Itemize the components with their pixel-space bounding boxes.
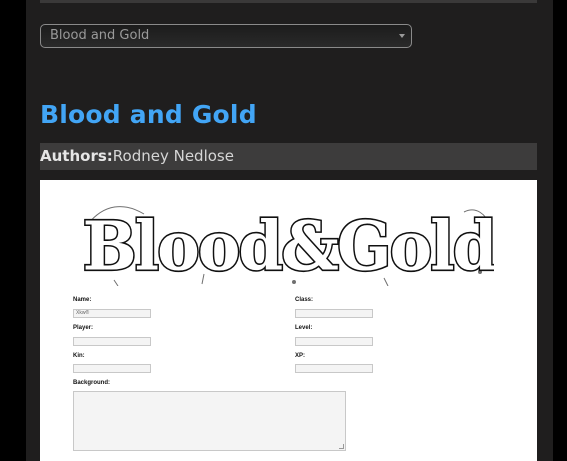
level-label: Level: (295, 325, 313, 331)
xp-input[interactable] (295, 364, 373, 373)
xp-label: XP: (295, 353, 306, 359)
resize-grip-icon[interactable] (339, 444, 344, 449)
character-sheet: Blood&Gold Name: Xkw® Class: Player: Lev… (40, 180, 537, 461)
background-label: Background: (73, 380, 111, 386)
svg-text:Blood&Gold: Blood&Gold (84, 207, 494, 286)
authors-label: Authors: (40, 147, 113, 165)
class-input[interactable] (295, 309, 373, 318)
kin-label: Kin: (73, 353, 85, 359)
top-divider (40, 0, 537, 3)
class-label: Class: (295, 297, 314, 303)
blood-and-gold-logo: Blood&Gold (84, 206, 494, 286)
kin-input[interactable] (73, 364, 151, 373)
background-textarea[interactable] (73, 391, 346, 451)
level-input[interactable] (295, 337, 373, 346)
authors-value: Rodney Nedlose (112, 147, 234, 165)
name-label: Name: (73, 297, 92, 303)
chevron-down-icon (399, 34, 405, 38)
player-label: Player: (73, 325, 94, 331)
sheet-select[interactable]: Blood and Gold (40, 24, 412, 48)
player-input[interactable] (73, 337, 151, 346)
sheet-title: Blood and Gold (40, 100, 257, 129)
sheet-select-value: Blood and Gold (50, 28, 150, 43)
authors-bar: Authors:Rodney Nedlose (40, 143, 537, 170)
name-input[interactable]: Xkw® (73, 309, 151, 318)
